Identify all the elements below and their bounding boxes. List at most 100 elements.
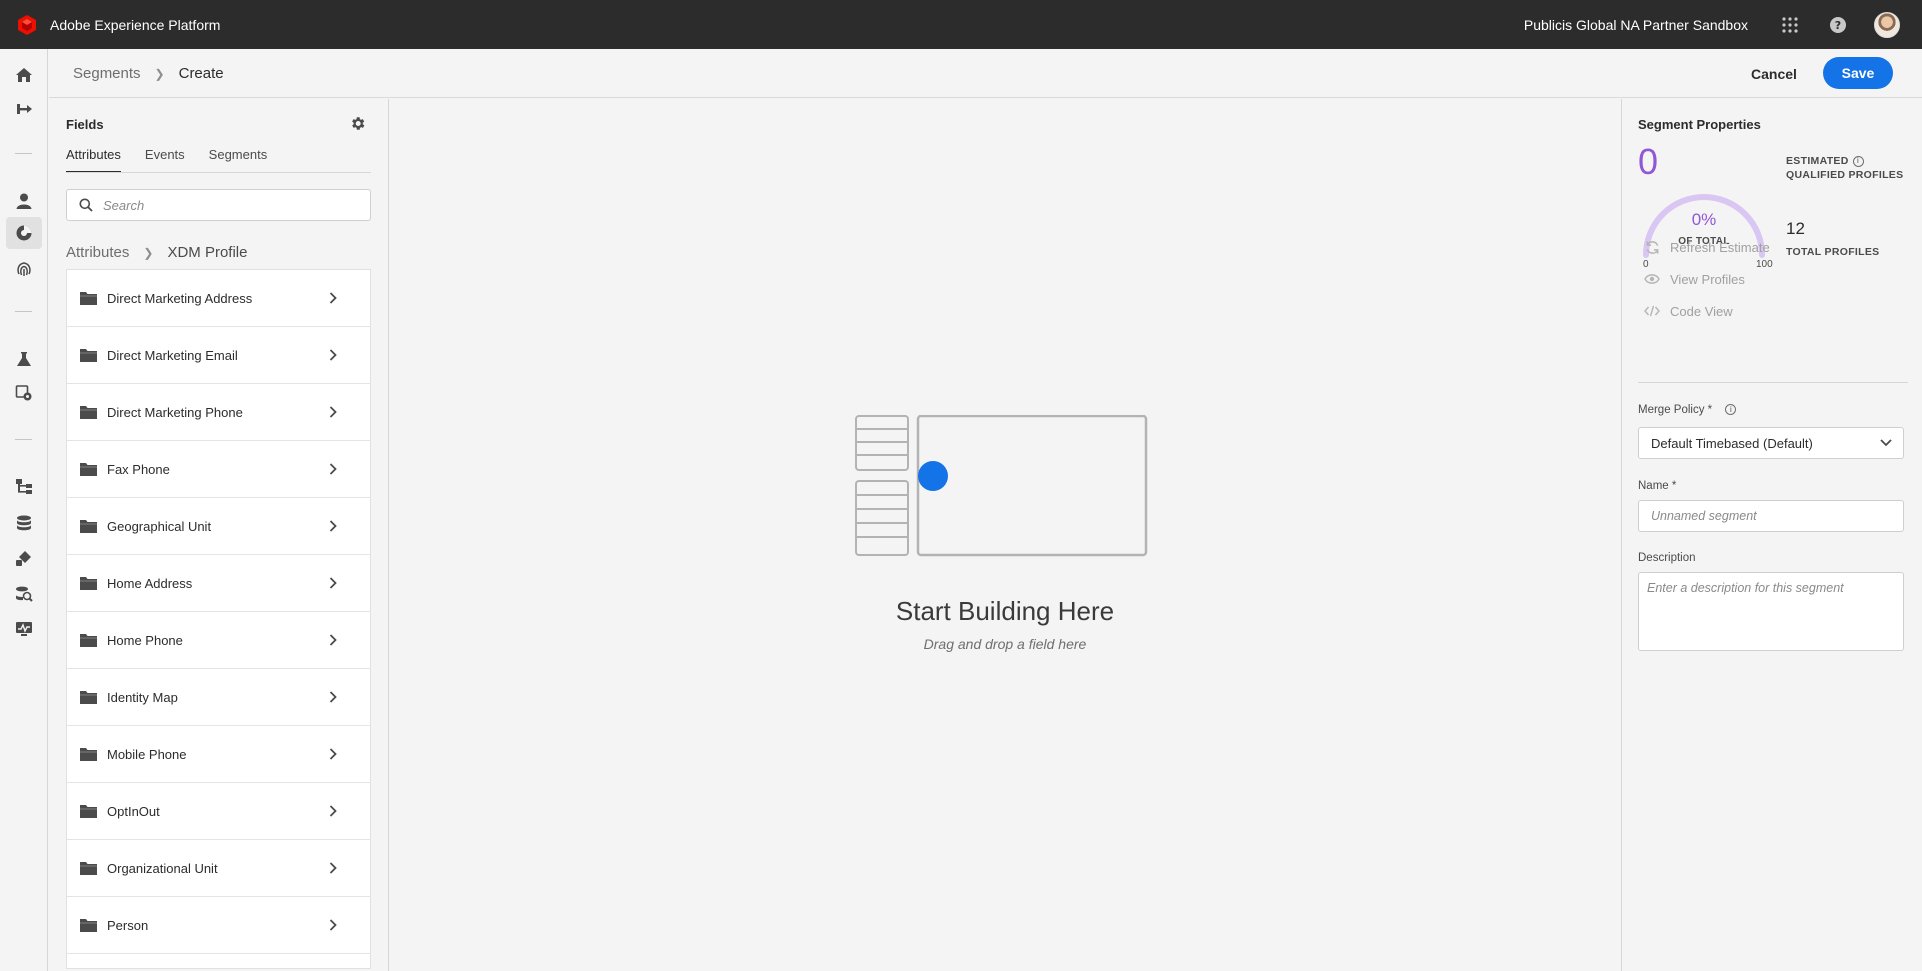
workflows-icon[interactable] [12,474,36,498]
chevron-right-icon: ❯ [154,66,165,81]
save-button[interactable]: Save [1823,57,1893,89]
destinations-icon[interactable] [12,546,36,570]
breadcrumb-segments-link[interactable]: Segments [73,65,141,82]
field-list-item[interactable]: Geographical Unit [67,498,370,555]
description-label: Description [1638,552,1696,564]
sources-icon[interactable] [12,97,36,121]
tab-events[interactable]: Events [145,147,185,173]
folder-icon [80,633,97,647]
code-view-button[interactable]: Code View [1644,303,1733,319]
field-list-item[interactable]: Direct Marketing Email [67,327,370,384]
chevron-right-icon[interactable] [326,462,340,476]
chevron-right-icon[interactable] [326,804,340,818]
segment-description-field[interactable] [1638,572,1904,651]
estimated-label: ESTIMATED i QUALIFIED PROFILES [1786,154,1903,182]
queries-icon[interactable] [12,582,36,606]
field-item-label: Organizational Unit [107,860,218,876]
apps-grid-icon[interactable] [1778,13,1802,37]
folder-icon [80,747,97,761]
code-icon [1644,303,1660,319]
folder-icon [80,804,97,818]
field-item-label: Mobile Phone [107,746,187,762]
fields-panel: Fields Attributes Events Segments Attrib… [49,99,389,971]
fields-list[interactable]: Direct Marketing Address Direct Marketing… [66,269,371,969]
segment-name-field[interactable] [1638,500,1904,532]
profiles-icon[interactable] [12,189,36,213]
field-list-item[interactable]: Person [67,897,370,954]
chevron-right-icon[interactable] [326,348,340,362]
field-item-label: Geographical Unit [107,518,212,534]
field-list-item[interactable]: Mobile Phone [67,726,370,783]
field-item-label: OptInOut [107,803,160,819]
help-icon[interactable]: ? [1826,13,1850,37]
profiles-gauge: 0% OF TOTAL 0 100 [1638,191,1773,271]
chevron-right-icon[interactable] [326,405,340,419]
adobe-logo-icon[interactable] [14,12,40,38]
folder-icon [80,291,97,305]
data-science-icon[interactable] [12,347,36,371]
code-view-label: Code View [1670,303,1733,319]
properties-divider [1638,382,1908,383]
gauge-percent: 0% [1691,210,1717,229]
merge-policy-value: Default Timebased (Default) [1651,435,1813,451]
field-list-item[interactable]: Organizational Unit [67,840,370,897]
field-list-item[interactable]: Fax Phone [67,441,370,498]
field-list-item[interactable]: Direct Marketing Phone [67,384,370,441]
chevron-right-icon[interactable] [326,633,340,647]
refresh-estimate-label: Refresh Estimate [1670,239,1770,255]
empty-canvas-illustration [855,414,1155,560]
gauge-max: 100 [1756,259,1773,270]
chevron-right-icon[interactable] [326,690,340,704]
field-list-item[interactable]: Direct Marketing Address [67,270,370,327]
view-profiles-button[interactable]: View Profiles [1644,271,1745,287]
folder-icon [80,519,97,533]
total-profiles-count: 12 [1786,219,1805,238]
breadcrumb-attributes-link[interactable]: Attributes [66,244,129,261]
segments-icon[interactable] [12,221,36,245]
canvas-title: Start Building Here [895,596,1115,626]
folder-icon [80,405,97,419]
folder-icon [80,861,97,875]
chevron-right-icon[interactable] [326,519,340,533]
eye-icon [1644,271,1660,287]
field-item-label: Home Address [107,575,193,591]
refresh-estimate-button[interactable]: Refresh Estimate [1644,239,1770,255]
merge-policy-dropdown[interactable]: Default Timebased (Default) [1638,427,1904,459]
tabs-divider [66,172,371,173]
gear-icon[interactable] [347,113,367,133]
field-item-label: Direct Marketing Phone [107,404,243,420]
chevron-right-icon[interactable] [326,576,340,590]
chevron-right-icon[interactable] [326,291,340,305]
identities-icon[interactable] [12,257,36,281]
chevron-right-icon[interactable] [326,747,340,761]
user-avatar[interactable] [1874,11,1900,38]
settings-icon[interactable] [12,381,36,405]
chevron-right-icon[interactable] [326,861,340,875]
segment-properties-panel: Segment Properties 0 ESTIMATED i QUALIFIE… [1621,99,1922,971]
cancel-button[interactable]: Cancel [1737,59,1811,89]
top-bar: Adobe Experience Platform Publicis Globa… [0,0,1922,49]
field-list-item[interactable]: Home Phone [67,612,370,669]
org-switcher[interactable]: Publicis Global NA Partner Sandbox [1524,17,1748,33]
chevron-right-icon[interactable] [326,918,340,932]
folder-icon [80,576,97,590]
monitoring-icon[interactable] [12,617,36,641]
field-list-item[interactable]: Home Address [67,555,370,612]
svg-text:?: ? [1835,19,1841,32]
datasets-icon[interactable] [12,511,36,535]
app-title[interactable]: Adobe Experience Platform [50,17,220,33]
properties-title: Segment Properties [1638,117,1761,132]
info-icon[interactable]: i [1852,155,1864,167]
segment-canvas[interactable]: Start Building Here Drag and drop a fiel… [390,99,1620,971]
fields-tabs: Attributes Events Segments [66,147,291,173]
search-input[interactable] [103,197,363,213]
tab-segments[interactable]: Segments [209,147,268,173]
tab-attributes[interactable]: Attributes [66,147,121,173]
home-icon[interactable] [12,63,36,87]
info-icon[interactable]: i [1725,404,1737,415]
field-item-label: Direct Marketing Address [107,290,253,306]
field-list-item[interactable]: OptInOut [67,783,370,840]
field-list-item[interactable]: Identity Map [67,669,370,726]
breadcrumb-xdm-profile: XDM Profile [167,244,248,261]
chevron-right-icon: ❯ [143,245,154,260]
